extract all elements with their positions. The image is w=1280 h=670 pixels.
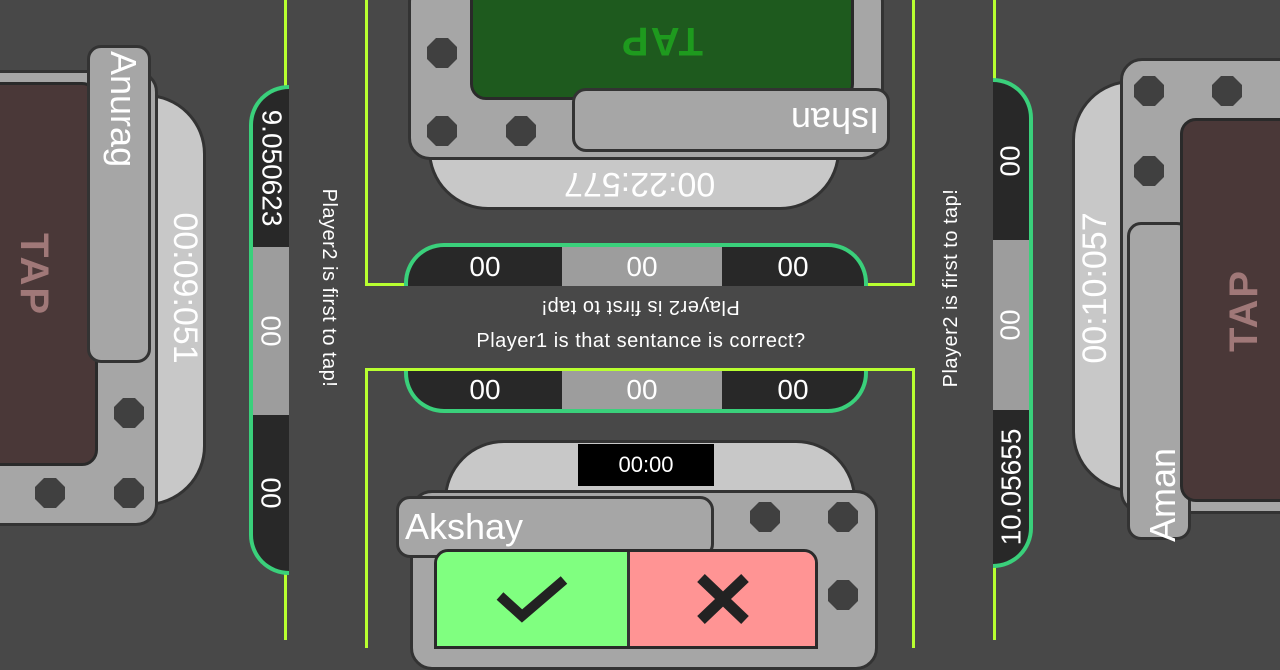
bolt-icon	[1134, 156, 1164, 186]
bolt-icon	[427, 116, 457, 146]
left-score-strip: 9.050623 00 00	[249, 85, 289, 575]
left-tap-button[interactable]: TAP	[0, 82, 98, 466]
right-score-2: 00	[993, 240, 1029, 410]
right-score-strip: 00 00 10.05655	[993, 78, 1033, 568]
correct-button[interactable]	[437, 552, 630, 646]
bottom-score-1: 00	[469, 374, 501, 405]
top-message: Player2 is first to tap!	[540, 295, 740, 318]
right-tap-button[interactable]: TAP	[1180, 118, 1280, 502]
bolt-icon	[114, 478, 144, 508]
cross-icon	[696, 574, 749, 624]
bolt-icon	[427, 38, 457, 68]
bottom-player-name: Akshay	[405, 506, 524, 547]
top-score-3: 00	[777, 250, 809, 282]
top-player-name-box: Ishan	[572, 88, 890, 152]
bolt-icon	[828, 580, 858, 610]
bottom-score-2: 00	[562, 371, 722, 409]
bolt-icon	[35, 478, 65, 508]
top-score-strip: 00 00 00	[404, 243, 868, 286]
bolt-icon	[828, 502, 858, 532]
bottom-player-timer: 00:00	[578, 444, 714, 486]
top-player-name: Ishan	[790, 100, 879, 141]
bolt-icon	[1212, 76, 1242, 106]
right-tap-label: TAP	[1222, 268, 1267, 352]
right-score-3: 10.05655	[995, 428, 1027, 546]
left-score-2: 00	[253, 247, 289, 415]
wrong-button[interactable]	[630, 552, 815, 646]
left-player-name-box: Anurag	[87, 45, 151, 363]
left-tap-label: TAP	[12, 232, 57, 316]
left-score-1: 9.050623	[256, 109, 288, 227]
top-tap-label: TAP	[620, 18, 704, 63]
bottom-score-strip: 00 00 00	[404, 371, 868, 413]
bolt-icon	[1134, 76, 1164, 106]
right-score-1: 00	[995, 145, 1026, 177]
bolt-icon	[114, 398, 144, 428]
bottom-score-3: 00	[777, 374, 809, 405]
bottom-question: Player1 is that sentance is correct?	[476, 330, 806, 352]
top-tap-button[interactable]: TAP	[470, 0, 854, 100]
top-player-timer: 00:22:577	[564, 164, 716, 203]
bolt-icon	[750, 502, 780, 532]
checkmark-icon	[496, 576, 568, 623]
answer-buttons	[434, 549, 818, 649]
top-score-1: 00	[469, 250, 501, 282]
left-player-name: Anurag	[103, 51, 144, 168]
right-player-name: Aman	[1142, 447, 1183, 542]
top-score-2: 00	[562, 247, 722, 286]
left-score-3: 00	[256, 477, 287, 509]
bolt-icon	[506, 116, 536, 146]
